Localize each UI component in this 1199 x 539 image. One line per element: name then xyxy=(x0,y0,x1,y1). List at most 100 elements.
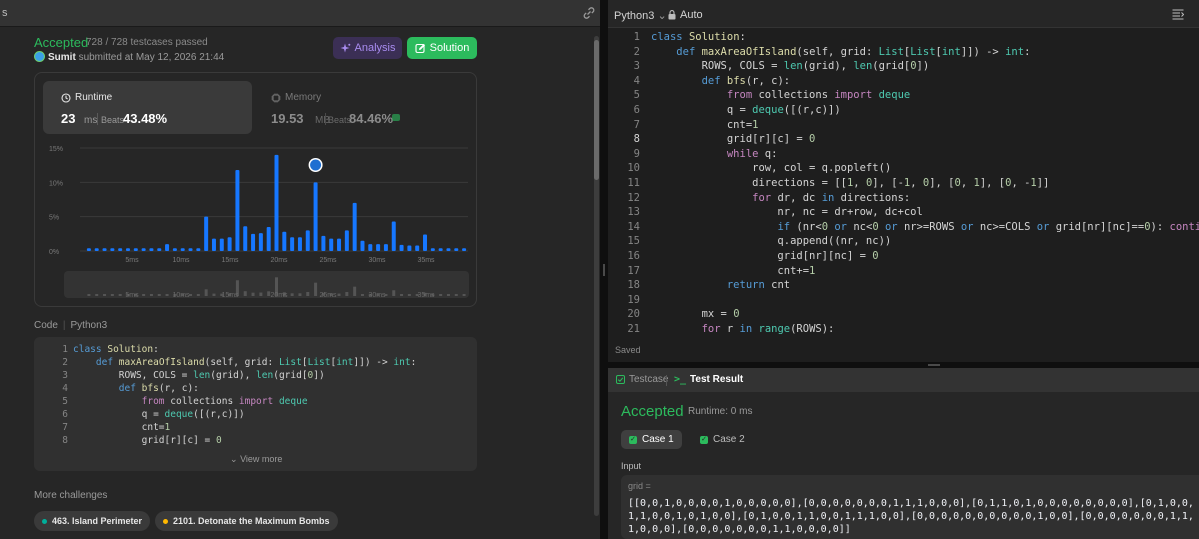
chart-bar[interactable] xyxy=(211,238,216,251)
chart-bar[interactable] xyxy=(399,244,404,251)
scrollbar-thumb[interactable] xyxy=(594,40,599,180)
checkbox-icon xyxy=(616,375,625,384)
chart-bar[interactable] xyxy=(251,233,256,251)
tab-case-2[interactable]: ✓ Case 2 xyxy=(692,430,753,449)
chart-bar[interactable] xyxy=(133,248,138,251)
format-icon[interactable] xyxy=(1172,9,1184,20)
chart-bar[interactable] xyxy=(157,248,162,251)
chart-bar[interactable] xyxy=(360,240,365,251)
saved-status: Saved xyxy=(615,345,641,355)
chart-bar[interactable] xyxy=(290,237,295,251)
chart-bar[interactable] xyxy=(94,248,99,251)
chart-bar[interactable] xyxy=(391,221,396,251)
mini-bar xyxy=(462,294,466,296)
tab-test-result[interactable]: >_ Test Result xyxy=(674,374,743,385)
chart-bar[interactable] xyxy=(125,248,130,251)
chart-bar[interactable] xyxy=(329,238,334,251)
chart-bar[interactable] xyxy=(430,248,435,251)
view-more-link[interactable]: ⌄ View more xyxy=(230,454,282,465)
result-runtime: Runtime: 0 ms xyxy=(688,406,753,417)
check-icon: ✓ xyxy=(700,435,708,444)
chart-bar[interactable] xyxy=(282,231,287,251)
auto-mode-toggle[interactable]: Auto xyxy=(668,9,703,21)
mini-bar xyxy=(204,289,208,296)
chart-bar[interactable] xyxy=(258,233,263,251)
mini-x-tick-label: 20ms xyxy=(270,292,288,299)
chart-bar[interactable] xyxy=(383,244,388,251)
performance-card: Runtime 23 ms Beats 43.48% Memory 19.53 … xyxy=(34,72,477,307)
chart-bar[interactable] xyxy=(297,237,302,251)
line-number: 18 xyxy=(627,279,640,292)
analysis-label: Analysis xyxy=(354,42,396,54)
line-number: 20 xyxy=(627,308,640,321)
code-text: grid[nr][nc] = 0 xyxy=(651,250,879,262)
mini-bar xyxy=(446,294,450,296)
chart-bar[interactable] xyxy=(407,245,412,251)
avatar[interactable] xyxy=(34,51,45,62)
tab-testcase[interactable]: Testcase xyxy=(616,374,668,385)
tab-fragment[interactable]: s xyxy=(2,7,8,19)
code-label: Code xyxy=(34,320,58,331)
language-value: Python3 xyxy=(614,10,655,22)
code-text: for dr, dc in directions: xyxy=(752,191,911,204)
chart-bar[interactable] xyxy=(423,234,428,251)
chart-bar[interactable] xyxy=(344,230,349,251)
mini-x-tick-label: 10ms xyxy=(172,292,190,299)
chart-bar[interactable] xyxy=(266,226,271,251)
chart-bar[interactable] xyxy=(352,202,357,251)
tab-case-1[interactable]: ✓ Case 1 xyxy=(621,430,682,449)
chevron-down-icon: ⌄ xyxy=(657,10,667,22)
runtime-distribution-chart[interactable]: 15% 10% 5% 0% 5ms 10ms 15ms 20ms 25ms 30ms 35ms 5ms… xyxy=(35,73,478,308)
chart-bar[interactable] xyxy=(462,248,467,251)
chart-bar[interactable] xyxy=(219,238,224,251)
chart-bar[interactable] xyxy=(86,248,91,251)
chart-bar[interactable] xyxy=(438,248,443,251)
chart-bar[interactable] xyxy=(321,235,326,251)
chart-bar[interactable] xyxy=(165,244,170,251)
more-challenges-title: More challenges xyxy=(34,490,108,501)
chart-bar[interactable] xyxy=(305,230,310,251)
challenge-island-perimeter[interactable]: 463. Island Perimeter xyxy=(34,511,151,531)
code-text: ROWS, COLS = len(grid), len(grid[0]) xyxy=(73,370,325,381)
chart-bar[interactable] xyxy=(337,238,342,251)
chart-bar[interactable] xyxy=(454,248,459,251)
chart-bar[interactable] xyxy=(235,169,240,251)
result-status: Accepted xyxy=(621,403,684,420)
splitter-grip[interactable] xyxy=(603,264,605,276)
chart-bar[interactable] xyxy=(313,182,318,251)
chart-bar[interactable] xyxy=(446,248,451,251)
link-icon[interactable] xyxy=(582,6,596,20)
mini-bar xyxy=(314,282,318,296)
chart-bar[interactable] xyxy=(376,244,381,251)
chart-bar[interactable] xyxy=(172,248,177,251)
code-text: class Solution: xyxy=(651,31,746,43)
language-select[interactable]: Python3 ⌄ xyxy=(614,9,667,22)
splitter-grip[interactable] xyxy=(928,364,940,366)
chart-bar[interactable] xyxy=(141,248,146,251)
chart-bar[interactable] xyxy=(227,237,232,251)
chart-bar[interactable] xyxy=(149,248,154,251)
chart-bar[interactable] xyxy=(118,248,123,251)
chart-bar[interactable] xyxy=(274,154,279,251)
solution-button[interactable]: Solution xyxy=(407,37,477,59)
mini-bar xyxy=(259,292,263,296)
mini-bar xyxy=(439,294,443,296)
chart-bar[interactable] xyxy=(102,248,107,251)
chart-bar[interactable] xyxy=(188,248,193,251)
chart-bar[interactable] xyxy=(180,248,185,251)
chart-bar[interactable] xyxy=(243,226,248,251)
chart-bar[interactable] xyxy=(204,216,209,251)
chevron-down-icon: ⌄ xyxy=(230,454,238,464)
line-number: 15 xyxy=(627,235,640,248)
username[interactable]: Sumit xyxy=(48,52,76,63)
code-editor[interactable]: Python3 ⌄ Auto 1 class Solution: 2 def max… xyxy=(608,0,1199,362)
chart-bar[interactable] xyxy=(368,244,373,251)
code-text: nr, nc = dr+row, dc+col xyxy=(651,206,923,219)
chart-bar[interactable] xyxy=(196,248,201,251)
challenge-detonate-bombs[interactable]: 2101. Detonate the Maximum Bombs xyxy=(155,511,338,531)
chart-bar[interactable] xyxy=(415,245,420,251)
chart-bar[interactable] xyxy=(110,248,115,251)
analysis-button[interactable]: Analysis xyxy=(333,37,402,59)
input-label: Input xyxy=(621,461,642,471)
code-text: directions = [[1, 0], [-1, 0], [0, 1], [… xyxy=(651,177,1050,189)
